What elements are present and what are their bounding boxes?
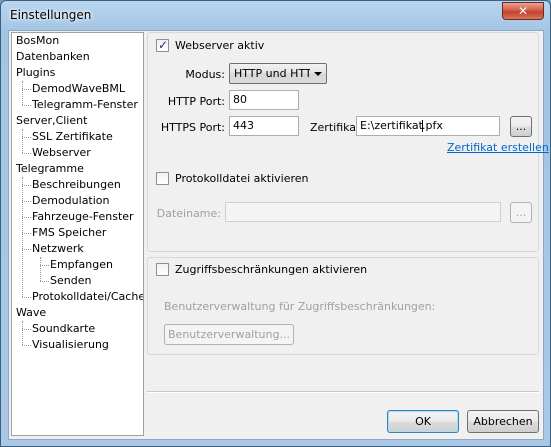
user-management-button[interactable]: Benutzerverwaltung... (164, 324, 294, 345)
certificate-value-end: .pfx (421, 119, 443, 132)
http-port-input[interactable]: 80 (229, 90, 299, 110)
tree-connector (22, 105, 31, 106)
filename-input[interactable] (225, 202, 501, 222)
close-button[interactable]: ✕ (502, 2, 544, 20)
logfile-enable-checkbox[interactable] (156, 172, 169, 185)
certificate-input[interactable]: E:\zertifikat.pfx (356, 116, 500, 136)
webserver-enable-checkbox[interactable] (156, 38, 169, 52)
tree-item[interactable]: Beschreibungen (32, 177, 121, 193)
tree-guide-line (22, 177, 23, 297)
tree-item[interactable]: Soundkarte (32, 321, 95, 337)
tree-item[interactable]: Fahrzeuge-Fenster (32, 209, 134, 225)
mode-select-value: HTTP und HTTPS (234, 67, 310, 80)
title-bar[interactable]: Einstellungen ✕ (1, 1, 550, 29)
tree-connector (22, 185, 31, 186)
tree-connector (40, 281, 49, 282)
tree-connector (22, 345, 31, 346)
filename-label: Dateiname: (156, 207, 221, 220)
tree-guide-line (40, 257, 41, 281)
dialog-client-area: BosMon Datenbanken Plugins DemodWaveBML Tele… (8, 30, 549, 440)
tree-item[interactable]: DemodWaveBML (32, 81, 125, 97)
tree-guide-line (22, 81, 23, 105)
tree-item[interactable]: Telegramm-Fenster (32, 97, 138, 113)
tree-item[interactable]: Demodulation (32, 193, 110, 209)
tree-connector (22, 329, 31, 330)
tree-connector (22, 153, 31, 154)
webserver-group: Webserver aktiv Modus: HTTP und HTTPS HT… (147, 32, 549, 252)
tree-item[interactable]: Datenbanken (16, 49, 90, 65)
tree-item[interactable]: SSL Zertifikate (32, 129, 113, 145)
chevron-down-icon (314, 72, 322, 76)
tree-item[interactable]: Netzwerk (32, 241, 84, 257)
window-title: Einstellungen (10, 8, 92, 22)
user-management-caption: Benutzerverwaltung für Zugriffsbeschränk… (164, 300, 436, 313)
tree-connector (22, 217, 31, 218)
tree-connector (22, 137, 31, 138)
tree-connector (22, 201, 31, 202)
filename-browse-button[interactable]: ... (510, 202, 532, 223)
tree-item[interactable]: BosMon (16, 33, 59, 49)
tree-connector (22, 233, 31, 234)
access-enable-label[interactable]: Zugriffsbeschränkungen aktivieren (175, 263, 367, 276)
http-port-label: HTTP Port: (167, 95, 225, 108)
tree-connector (22, 249, 31, 250)
access-restriction-group: Zugriffsbeschränkungen aktivieren Benutz… (147, 257, 539, 355)
tree-item[interactable]: Server,Client (16, 113, 87, 129)
access-enable-checkbox[interactable] (156, 263, 169, 276)
tree-guide-line (22, 129, 23, 153)
settings-tree[interactable]: BosMon Datenbanken Plugins DemodWaveBML Tele… (11, 32, 144, 436)
mode-select[interactable]: HTTP und HTTPS (229, 63, 327, 84)
tree-connector (40, 265, 49, 266)
tree-item[interactable]: Empfangen (50, 257, 113, 273)
settings-window: Einstellungen ✕ BosMon Datenbanken Plugins… (0, 0, 551, 447)
tree-item[interactable]: Telegramme (16, 161, 84, 177)
tree-item[interactable]: Visualisierung (32, 337, 109, 353)
close-icon: ✕ (517, 4, 529, 18)
certificate-browse-button[interactable]: ... (510, 116, 532, 137)
create-certificate-link[interactable]: Zertifikat erstellen (447, 141, 549, 154)
mode-label: Modus: (185, 68, 225, 81)
webserver-enable-label[interactable]: Webserver aktiv (175, 39, 264, 52)
tree-connector (22, 89, 31, 90)
logfile-enable-label[interactable]: Protokolldatei aktivieren (175, 172, 309, 185)
footer-separator (147, 391, 539, 393)
https-port-label: HTTPS Port: (160, 121, 225, 134)
certificate-value-start: E:\zertifikat (360, 119, 423, 132)
cancel-button[interactable]: Abbrechen (467, 410, 539, 433)
tree-item[interactable]: Senden (50, 273, 91, 289)
tree-item[interactable]: Wave (16, 305, 46, 321)
https-port-input[interactable]: 443 (229, 116, 299, 136)
ok-button[interactable]: OK (387, 410, 459, 433)
tree-item[interactable]: Webserver (32, 145, 91, 161)
tree-guide-line (22, 321, 23, 345)
tree-item[interactable]: FMS Speicher (32, 225, 106, 241)
tree-connector (22, 297, 31, 298)
tree-item[interactable]: Protokolldatei/Cache (32, 289, 143, 305)
tree-item[interactable]: Plugins (16, 65, 55, 81)
